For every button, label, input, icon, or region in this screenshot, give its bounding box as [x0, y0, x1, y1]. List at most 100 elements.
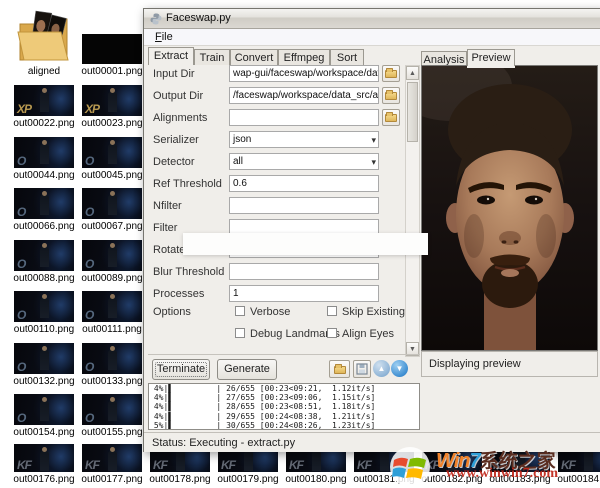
menu-file[interactable]: File: [150, 30, 178, 44]
debug-landmarks-checkbox[interactable]: [235, 328, 245, 338]
status-text: Status: Executing - extract.py: [152, 437, 295, 449]
serializer-dropdown[interactable]: json: [229, 131, 379, 148]
person-silhouette: [40, 298, 49, 318]
verbose-checkbox[interactable]: [235, 306, 245, 316]
person-silhouette: [108, 92, 117, 112]
tab-analysis[interactable]: Analysis: [421, 51, 467, 66]
file-item[interactable]: O out00088.png: [10, 240, 78, 284]
input-dir-browse-button[interactable]: [382, 65, 400, 82]
file-item[interactable]: out00001.png: [78, 34, 146, 77]
person-silhouette: [40, 350, 49, 370]
faceswap-window: Faceswap.py File Extract Train Convert E…: [143, 8, 600, 452]
file-item[interactable]: O out00110.png: [10, 291, 78, 335]
file-item[interactable]: O out00133.png: [78, 343, 146, 387]
verbose-label: Verbose: [250, 306, 290, 318]
tab-extract[interactable]: Extract: [148, 47, 194, 65]
tab-effmpeg[interactable]: Effmpeg: [278, 49, 330, 65]
file-name: out00045.png: [78, 170, 146, 181]
save-config-button[interactable]: [353, 360, 371, 378]
frame-logo: KF: [221, 459, 235, 471]
file-name: out00110.png: [10, 324, 78, 335]
tab-label: Sort: [337, 52, 357, 64]
console-line: 5%|▌ | 30/655 [00:24<08:26, 1.23it/s]: [149, 421, 419, 430]
tab-preview[interactable]: Preview: [467, 49, 515, 66]
file-name: out00001.png: [78, 66, 146, 77]
align-eyes-label: Align Eyes: [342, 328, 394, 340]
frame-logo: O: [17, 155, 25, 167]
divider: [148, 354, 420, 355]
generate-button[interactable]: Generate: [217, 359, 277, 380]
tab-label: Extract: [154, 50, 188, 62]
frame-logo: O: [17, 206, 25, 218]
person-silhouette: [40, 195, 49, 215]
file-item[interactable]: O out00067.png: [78, 188, 146, 232]
serializer-label: Serializer: [153, 134, 199, 146]
file-name: out00176.png: [10, 474, 78, 485]
folder-item-aligned[interactable]: aligned: [10, 10, 78, 77]
scrollbar-thumb[interactable]: [407, 82, 418, 142]
processes-label: Processes: [153, 288, 204, 300]
align-eyes-checkbox[interactable]: [327, 328, 337, 338]
ref-threshold-field[interactable]: 0.6: [229, 175, 379, 192]
file-name: out00066.png: [10, 221, 78, 232]
file-name: out00178.png: [146, 474, 214, 485]
output-dir-browse-button[interactable]: [382, 87, 400, 104]
title-bar[interactable]: Faceswap.py: [144, 9, 600, 29]
tab-sort[interactable]: Sort: [330, 49, 364, 65]
file-item[interactable]: O out00089.png: [78, 240, 146, 284]
output-dir-field[interactable]: /faceswap/workspace/data_src/aligned: [229, 87, 379, 104]
python-icon: [150, 13, 162, 25]
file-name: out00133.png: [78, 376, 146, 387]
file-name: out00154.png: [10, 427, 78, 438]
console-output[interactable]: 4%|▌ | 26/655 [00:23<09:21, 1.12it/s] 4%…: [148, 383, 420, 430]
tab-label: Train: [200, 52, 225, 64]
file-item[interactable]: XP out00023.png: [78, 85, 146, 129]
file-item[interactable]: XP out00022.png: [10, 85, 78, 129]
file-thumbnail: KF: [82, 444, 142, 472]
preview-status: Displaying preview: [421, 351, 598, 377]
person-silhouette: [40, 92, 49, 112]
alignments-label: Alignments: [153, 112, 207, 124]
input-dir-label: Input Dir: [153, 68, 195, 80]
folder-icon: [17, 10, 71, 64]
screenshot-root: aligned out00001.png XP out00022.png XP …: [0, 0, 600, 488]
processes-field[interactable]: 1: [229, 285, 379, 302]
detector-dropdown[interactable]: all: [229, 153, 379, 170]
file-item[interactable]: O out00111.png: [78, 291, 146, 335]
tab-convert[interactable]: Convert: [230, 49, 278, 65]
file-thumbnail: O: [82, 188, 142, 219]
input-dir-field[interactable]: wap-gui/faceswap/workspace/data_src: [229, 65, 379, 82]
frame-logo: O: [85, 206, 93, 218]
file-item[interactable]: O out00132.png: [10, 343, 78, 387]
file-thumbnail: O: [82, 240, 142, 271]
file-thumbnail: O: [14, 394, 74, 425]
load-config-button[interactable]: [329, 360, 350, 378]
watermark-url: www.winwin7.com: [446, 466, 558, 482]
console-line: 4%|▌ | 29/655 [00:24<08:38, 1.21it/s]: [149, 412, 419, 421]
file-item[interactable]: O out00044.png: [10, 137, 78, 181]
file-item[interactable]: KF out00177.png: [78, 444, 146, 485]
file-item[interactable]: KF out00176.png: [10, 444, 78, 485]
blur-threshold-field[interactable]: [229, 263, 379, 280]
frame-logo: O: [85, 412, 93, 424]
frame-logo: O: [85, 361, 93, 373]
frame-logo: O: [17, 412, 25, 424]
alignments-field[interactable]: [229, 109, 379, 126]
clear-button[interactable]: ▼: [391, 360, 408, 377]
frame-logo: O: [17, 258, 25, 270]
file-item[interactable]: O out00066.png: [10, 188, 78, 232]
scroll-up-icon[interactable]: ▲: [406, 66, 419, 80]
preview-status-text: Displaying preview: [429, 358, 521, 370]
tab-train[interactable]: Train: [194, 49, 230, 65]
down-arrow-icon: ▼: [396, 364, 404, 373]
file-item[interactable]: O out00154.png: [10, 394, 78, 438]
form-scrollbar[interactable]: ▲ ▼: [405, 65, 420, 357]
reset-button[interactable]: ▲: [373, 360, 390, 377]
file-item[interactable]: O out00045.png: [78, 137, 146, 181]
tab-label: Convert: [235, 52, 274, 64]
alignments-browse-button[interactable]: [382, 109, 400, 126]
file-item[interactable]: O out00155.png: [78, 394, 146, 438]
nfilter-field[interactable]: [229, 197, 379, 214]
terminate-button[interactable]: Terminate: [152, 359, 210, 380]
skip-existing-checkbox[interactable]: [327, 306, 337, 316]
